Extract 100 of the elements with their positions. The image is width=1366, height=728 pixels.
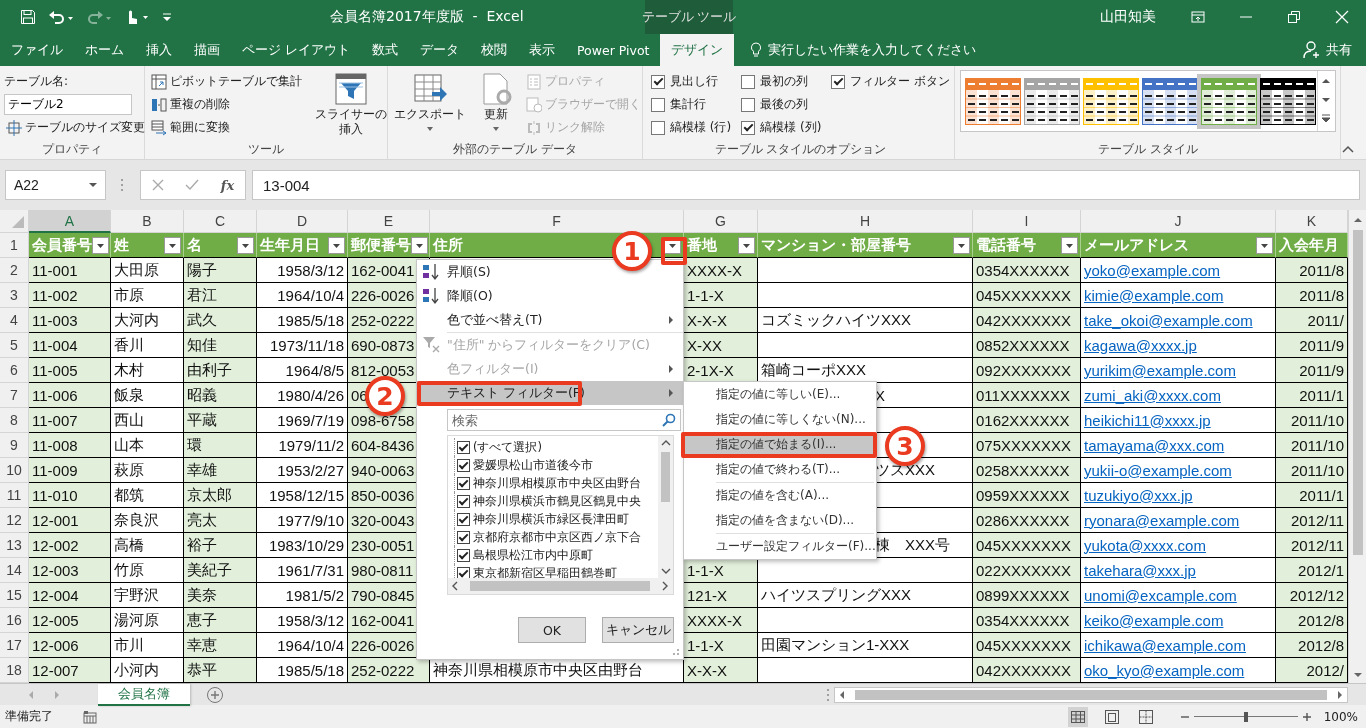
- menu-item[interactable]: 指定の値を含まない(D)...: [684, 508, 876, 533]
- checkbox[interactable]: [457, 548, 470, 562]
- column-header[interactable]: C: [184, 210, 257, 233]
- row-header[interactable]: 2: [0, 258, 29, 283]
- table-style-thumbnail[interactable]: [1260, 77, 1316, 125]
- checkbox[interactable]: [457, 458, 470, 472]
- save-icon[interactable]: [20, 9, 36, 25]
- checkbox[interactable]: [457, 530, 470, 544]
- user-name[interactable]: 山田知美: [1100, 0, 1174, 34]
- filter-dropdown-button[interactable]: [164, 236, 181, 254]
- table-name-field[interactable]: テーブル2: [4, 94, 132, 115]
- email-link[interactable]: yoko@example.com: [1084, 261, 1221, 279]
- menu-item[interactable]: 指定の値を含む(A)...: [684, 483, 876, 508]
- row-header[interactable]: 10: [0, 458, 29, 483]
- filter-dropdown-button[interactable]: [328, 236, 345, 254]
- ribbon-tab[interactable]: 描画: [183, 34, 231, 66]
- ribbon-large-button[interactable]: 更新: [476, 70, 516, 139]
- list-vertical-scrollbar[interactable]: [658, 436, 673, 578]
- row-header[interactable]: 17: [0, 633, 29, 658]
- checkbox[interactable]: [457, 440, 470, 454]
- email-link[interactable]: ryonara@example.com: [1084, 511, 1240, 529]
- search-field[interactable]: 検索: [447, 409, 681, 431]
- checkbox[interactable]: [457, 566, 470, 578]
- ribbon-button[interactable]: ピボットテーブルで集計: [149, 70, 304, 93]
- filter-dropdown-button[interactable]: [92, 236, 109, 254]
- row-header[interactable]: 13: [0, 533, 29, 558]
- filter-dropdown-button[interactable]: [237, 236, 254, 254]
- share-button[interactable]: 共有: [1294, 34, 1366, 66]
- row-header[interactable]: 7: [0, 383, 29, 408]
- row-header[interactable]: 18: [0, 658, 29, 683]
- filter-dropdown-button[interactable]: [1256, 236, 1273, 254]
- email-link[interactable]: kimie@example.com: [1084, 286, 1224, 304]
- column-header[interactable]: D: [257, 210, 348, 233]
- resize-grip-icon[interactable]: [672, 648, 680, 656]
- email-link[interactable]: takehara@xxx.jp: [1084, 561, 1196, 579]
- row-header[interactable]: 11: [0, 483, 29, 508]
- row-header[interactable]: 15: [0, 583, 29, 608]
- checkbox[interactable]: [457, 476, 470, 490]
- ribbon-tab[interactable]: 挿入: [135, 34, 183, 66]
- zoom-slider[interactable]: [1193, 711, 1298, 722]
- zoom-level[interactable]: 100%: [1323, 709, 1358, 724]
- filter-dropdown-button[interactable]: [738, 236, 755, 254]
- ribbon-tab[interactable]: 表示: [518, 34, 566, 66]
- column-header[interactable]: I: [973, 210, 1081, 233]
- ribbon-tab[interactable]: Power Pivot: [566, 34, 661, 66]
- undo-icon[interactable]: [48, 9, 74, 25]
- ribbon-tab[interactable]: データ: [409, 34, 470, 66]
- table-style-thumbnail[interactable]: [1024, 77, 1080, 125]
- ribbon-tab[interactable]: 数式: [361, 34, 409, 66]
- filter-dropdown-button[interactable]: [1061, 236, 1078, 254]
- email-link[interactable]: zumi_aki@xxxx.com: [1084, 386, 1221, 404]
- menu-item[interactable]: 指定の値に等しくない(N)...: [684, 407, 876, 432]
- column-header[interactable]: H: [758, 210, 973, 233]
- table-style-thumbnail[interactable]: [965, 77, 1021, 125]
- checkbox[interactable]: [831, 74, 846, 89]
- column-header[interactable]: K: [1276, 210, 1348, 233]
- checkbox[interactable]: [651, 74, 665, 89]
- email-link[interactable]: take_okoi@example.com: [1084, 311, 1253, 329]
- restore-icon[interactable]: [1286, 9, 1302, 25]
- horizontal-scrollbar[interactable]: [834, 686, 1348, 703]
- zoom-in-icon[interactable]: [1301, 711, 1312, 722]
- vertical-scrollbar[interactable]: [1348, 210, 1366, 683]
- dialog-button[interactable]: OK: [518, 617, 586, 643]
- row-header[interactable]: 5: [0, 333, 29, 358]
- row-header[interactable]: 3: [0, 283, 29, 308]
- row-header[interactable]: 6: [0, 358, 29, 383]
- table-style-thumbnail[interactable]: [1142, 77, 1198, 125]
- insert-function-button[interactable]: fx: [220, 177, 235, 193]
- scrollbar-thumb[interactable]: [1352, 230, 1363, 555]
- checkbox[interactable]: [741, 120, 756, 135]
- row-header[interactable]: 16: [0, 608, 29, 633]
- column-header[interactable]: B: [111, 210, 184, 233]
- checkbox[interactable]: [741, 74, 756, 89]
- name-box[interactable]: A22: [5, 170, 106, 200]
- ribbon-display-icon[interactable]: [1190, 9, 1206, 25]
- email-link[interactable]: heikichi11@xxxx.jp: [1084, 411, 1211, 429]
- ribbon-large-button[interactable]: エクスポート: [392, 70, 468, 139]
- add-sheet-icon[interactable]: [206, 685, 224, 704]
- column-header[interactable]: F: [430, 210, 684, 233]
- scrollbar-thumb[interactable]: [661, 452, 670, 502]
- filter-dropdown-button[interactable]: [953, 236, 970, 254]
- email-link[interactable]: keiko@example.com: [1084, 611, 1224, 629]
- close-icon[interactable]: [1334, 9, 1350, 25]
- checkbox[interactable]: [741, 97, 756, 112]
- ribbon-tab[interactable]: ホーム: [74, 34, 135, 66]
- ribbon-tab[interactable]: デザイン: [660, 34, 735, 66]
- checkbox[interactable]: [457, 494, 470, 508]
- row-header[interactable]: 14: [0, 558, 29, 583]
- row-header[interactable]: 4: [0, 308, 29, 333]
- email-link[interactable]: oko_kyo@example.com: [1084, 661, 1245, 679]
- sheet-tab[interactable]: 会員名簿: [98, 683, 190, 706]
- scrollbar-thumb[interactable]: [855, 689, 1327, 700]
- ribbon-button[interactable]: 重複の削除: [149, 93, 232, 116]
- tell-me-search[interactable]: 実行したい作業を入力してください: [768, 41, 977, 59]
- email-link[interactable]: yukii-o@example.com: [1084, 461, 1232, 479]
- email-link[interactable]: yurikim@example.com: [1084, 361, 1236, 379]
- row-header[interactable]: 9: [0, 433, 29, 458]
- checkbox[interactable]: [651, 97, 665, 112]
- ribbon-tab[interactable]: ファイル: [0, 34, 74, 66]
- email-link[interactable]: kagawa@xxxx.jp: [1084, 336, 1197, 354]
